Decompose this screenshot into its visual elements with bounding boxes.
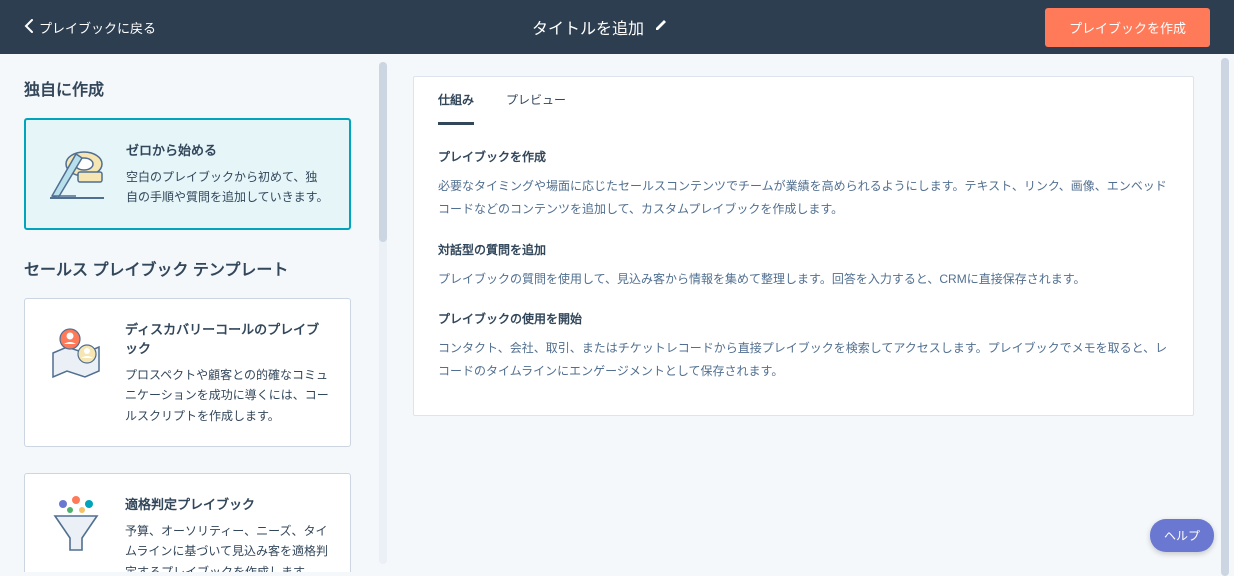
help-button[interactable]: ヘルプ	[1150, 519, 1214, 552]
card-body: 適格判定プレイブック 予算、オーソリティー、ニーズ、タイムラインに基づいて見込み…	[125, 494, 330, 572]
help-label: ヘルプ	[1164, 529, 1200, 543]
card-title: 適格判定プレイブック	[125, 494, 330, 513]
sidebar-wrap: 独自に作成 ゼロから始める 空白のプレイブックから初めて、独自の手順や質問を追加…	[0, 54, 395, 572]
sidebar-scrollbar[interactable]	[375, 54, 395, 572]
contacts-map-icon	[45, 319, 107, 381]
card-title: ディスカバリーコールのプレイブック	[125, 319, 330, 357]
panel-heading-2: 対話型の質問を追加	[438, 241, 1169, 258]
panel-para-2: プレイブックの質問を使用して、見込み客から情報を集めて整理します。回答を入力する…	[438, 268, 1169, 291]
edit-title-icon[interactable]	[654, 17, 669, 37]
top-header: プレイブックに戻る タイトルを追加 プレイブックを作成	[0, 0, 1234, 54]
back-label: プレイブックに戻る	[39, 18, 156, 37]
card-body: ゼロから始める 空白のプレイブックから初めて、独自の手順や質問を追加していきます…	[126, 140, 329, 208]
template-card-scratch[interactable]: ゼロから始める 空白のプレイブックから初めて、独自の手順や質問を追加していきます…	[24, 118, 351, 230]
funnel-icon	[45, 494, 107, 556]
template-sidebar: 独自に作成 ゼロから始める 空白のプレイブックから初めて、独自の手順や質問を追加…	[0, 54, 375, 572]
panel-heading-1: プレイブックを作成	[438, 148, 1169, 165]
card-desc: 予算、オーソリティー、ニーズ、タイムラインに基づいて見込み客を適格判定するプレイ…	[125, 521, 330, 572]
content-area: 仕組み プレビュー プレイブックを作成 必要なタイミングや場面に応じたセールスコ…	[395, 54, 1234, 572]
page-scrollbar[interactable]	[1218, 54, 1234, 572]
create-playbook-button[interactable]: プレイブックを作成	[1045, 8, 1210, 47]
panel-body: プレイブックを作成 必要なタイミングや場面に応じたセールスコンテンツでチームが業…	[414, 126, 1193, 415]
panel-para-1: 必要なタイミングや場面に応じたセールスコンテンツでチームが業績を高められるように…	[438, 175, 1169, 221]
card-desc: 空白のプレイブックから初めて、独自の手順や質問を追加していきます。	[126, 167, 329, 208]
template-card-discovery[interactable]: ディスカバリーコールのプレイブック プロスペクトや顧客との的確なコミュニケーショ…	[24, 298, 351, 447]
page-title[interactable]: タイトルを追加	[532, 15, 644, 39]
card-title: ゼロから始める	[126, 140, 329, 159]
details-panel: 仕組み プレビュー プレイブックを作成 必要なタイミングや場面に応じたセールスコ…	[413, 76, 1194, 416]
ruler-tape-icon	[46, 140, 108, 202]
panel-tabs: 仕組み プレビュー	[414, 77, 1193, 126]
back-to-playbooks-link[interactable]: プレイブックに戻る	[24, 18, 156, 37]
panel-heading-3: プレイブックの使用を開始	[438, 310, 1169, 327]
section-create-own-title: 独自に作成	[24, 76, 351, 100]
header-center: タイトルを追加	[156, 15, 1045, 39]
chevron-left-icon	[24, 19, 33, 36]
tab-how-it-works[interactable]: 仕組み	[438, 77, 474, 125]
card-desc: プロスペクトや顧客との的確なコミュニケーションを成功に導くには、コールスクリプト…	[125, 365, 330, 426]
main-layout: 独自に作成 ゼロから始める 空白のプレイブックから初めて、独自の手順や質問を追加…	[0, 54, 1234, 572]
template-card-qualification[interactable]: 適格判定プレイブック 予算、オーソリティー、ニーズ、タイムラインに基づいて見込み…	[24, 473, 351, 572]
card-body: ディスカバリーコールのプレイブック プロスペクトや顧客との的確なコミュニケーショ…	[125, 319, 330, 426]
section-sales-templates-title: セールス プレイブック テンプレート	[24, 256, 351, 280]
tab-preview[interactable]: プレビュー	[506, 77, 566, 125]
panel-para-3: コンタクト、会社、取引、またはチケットレコードから直接プレイブックを検索してアク…	[438, 337, 1169, 383]
